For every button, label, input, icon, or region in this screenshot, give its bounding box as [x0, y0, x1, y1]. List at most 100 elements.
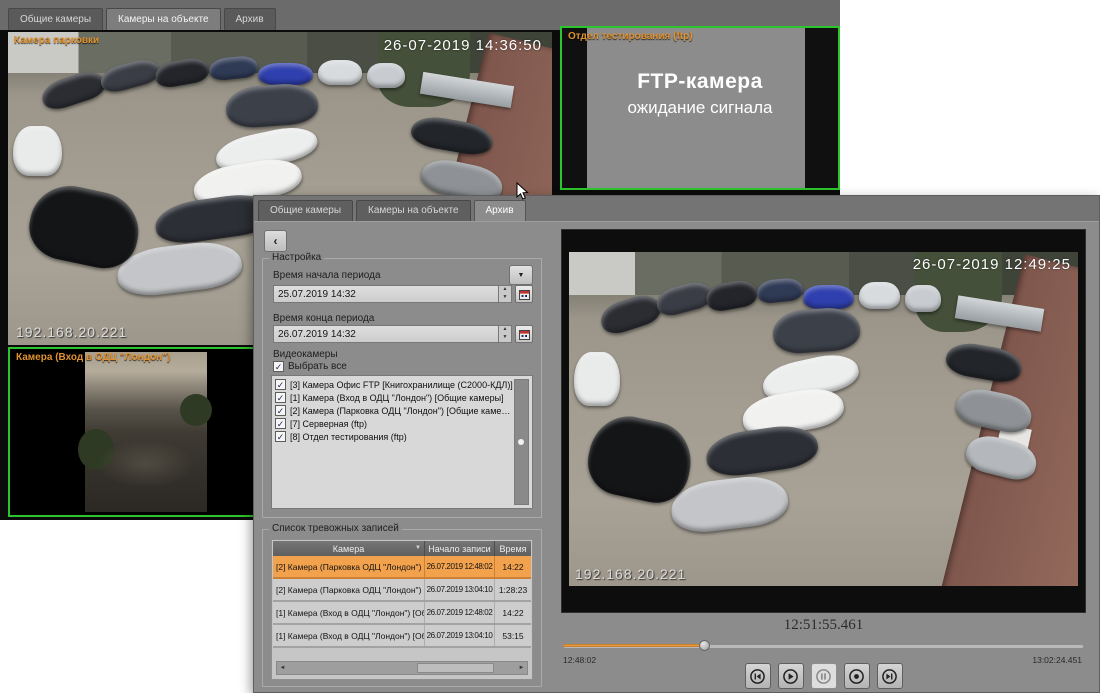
camera-list-item[interactable]: ✓ [2] Камера (Парковка ОДЦ "Лондон") [Об… — [275, 404, 514, 417]
alarm-record-row[interactable]: [2] Камера (Парковка ОДЦ "Лондон") [Об..… — [273, 556, 531, 579]
record-camera-cell: [1] Камера (Вход в ОДЦ "Лондон") [Общие … — [273, 602, 425, 623]
play-button[interactable] — [778, 663, 804, 689]
period-end-spinner[interactable]: ▲ ▼ — [499, 325, 512, 343]
table-horizontal-scrollbar[interactable]: ◄ ► — [276, 661, 528, 675]
playback-timestamp: 26-07-2019 12:49:25 — [913, 256, 1071, 273]
tab[interactable]: Камеры на объекте — [106, 8, 221, 30]
camera-checkbox[interactable]: ✓ — [275, 392, 286, 403]
scroll-right-arrow[interactable]: ► — [516, 662, 527, 674]
select-all-row[interactable]: ✓ Выбрать все — [273, 361, 347, 372]
period-end-row: 26.07.2019 14:32 ▲ ▼ — [273, 325, 533, 343]
camera-checkbox[interactable]: ✓ — [275, 405, 286, 416]
tab[interactable]: Архив — [474, 200, 526, 221]
camera-item-label: [8] Отдел тестирования (ftp) — [290, 432, 407, 442]
spin-down-icon[interactable]: ▼ — [499, 334, 511, 342]
record-duration-cell: 53:15 — [495, 625, 531, 646]
ftp-scene: FTP-камера ожидание сигнала — [562, 28, 838, 188]
camera-list-item[interactable]: ✓ [7] Серверная (ftp) — [275, 417, 514, 430]
no-signal-message: FTP-камера ожидание сигнала — [562, 70, 838, 118]
period-start-spinner[interactable]: ▲ ▼ — [499, 285, 512, 303]
scrollbar-thumb[interactable] — [417, 663, 494, 673]
spin-up-icon[interactable]: ▲ — [499, 286, 511, 294]
tab[interactable]: Архив — [224, 8, 276, 30]
record-start-cell: 26.07.2019 13:04:10 — [425, 579, 495, 600]
camera-list-item[interactable]: ✓ [1] Камера (Вход в ОДЦ "Лондон") [Общи… — [275, 391, 514, 404]
camera-checkbox[interactable]: ✓ — [275, 379, 286, 390]
car-shape — [803, 285, 854, 308]
column-header-camera[interactable]: Камера ▼ — [273, 541, 425, 556]
current-playback-time: 12:51:55.461 — [561, 617, 1086, 634]
mouse-cursor — [516, 182, 529, 201]
car-shape — [13, 126, 62, 176]
car-shape — [258, 63, 312, 85]
period-end-calendar-button[interactable] — [515, 325, 533, 343]
column-header-duration[interactable]: Время — [495, 541, 531, 556]
record-start-cell: 26.07.2019 13:04:10 — [425, 625, 495, 646]
record-duration-cell: 1:28:23 — [495, 579, 531, 600]
camera-checkbox[interactable]: ✓ — [275, 418, 286, 429]
period-start-input[interactable]: 25.07.2019 14:32 — [273, 285, 499, 303]
van-shape — [224, 82, 319, 129]
alarm-record-row[interactable]: [1] Камера (Вход в ОДЦ "Лондон") [Общие … — [273, 602, 531, 625]
tab[interactable]: Общие камеры — [258, 200, 353, 221]
tab[interactable]: Общие камеры — [8, 8, 103, 30]
spin-up-icon[interactable]: ▲ — [499, 326, 511, 334]
record-camera-cell: [2] Камера (Парковка ОДЦ "Лондон") [Об..… — [273, 556, 425, 577]
select-all-checkbox[interactable]: ✓ — [273, 361, 284, 372]
camera-item-label: [3] Камера Офис FTP [Книгохранилище (С20… — [290, 380, 513, 390]
ftp-camera-subtitle: ожидание сигнала — [562, 98, 838, 118]
spin-down-icon[interactable]: ▼ — [499, 294, 511, 302]
back-button[interactable]: ‹ — [264, 230, 287, 252]
table-header: Камера ▼ Начало записи Время — [273, 541, 531, 556]
car-shape — [704, 421, 821, 480]
alarm-record-row[interactable]: [1] Камера (Вход в ОДЦ "Лондон") [Общие … — [273, 625, 531, 648]
camera-item-label: [2] Камера (Парковка ОДЦ "Лондон") [Общи… — [290, 406, 514, 416]
alarm-records-group: Список тревожных записей Камера ▼ Начало… — [262, 529, 542, 687]
period-dropdown-button[interactable]: ▼ — [509, 265, 533, 285]
playback-video-frame: 26-07-2019 12:49:25 192.168.20.221 — [561, 229, 1086, 613]
camera-checkbox[interactable]: ✓ — [275, 431, 286, 442]
column-header-label: Время — [499, 544, 526, 554]
parking-lot-scene — [569, 252, 1078, 586]
period-start-calendar-button[interactable] — [515, 285, 533, 303]
pause-button[interactable] — [811, 663, 837, 689]
record-start-cell: 26.07.2019 12:48:02 — [425, 556, 495, 577]
playback-video — [569, 252, 1078, 586]
car-shape — [859, 282, 900, 309]
select-all-label: Выбрать все — [288, 361, 347, 372]
column-header-start[interactable]: Начало записи — [425, 541, 495, 556]
camera-name-label: Отдел тестирования (ftp) — [568, 31, 693, 42]
plant-shape — [180, 394, 212, 426]
car-shape — [905, 285, 941, 312]
jump-to-start-button[interactable] — [745, 663, 771, 689]
playback-controls — [561, 663, 1086, 689]
videocameras-label: Видеокамеры — [273, 349, 338, 360]
camera-list-scrollbar[interactable] — [514, 379, 529, 505]
camera-view-ftp[interactable]: FTP-камера ожидание сигнала Отдел тестир… — [560, 26, 840, 190]
jump-to-end-icon — [881, 668, 898, 685]
camera-name-label: Камера (Вход в ОДЦ "Лондон") — [16, 352, 170, 363]
ftp-camera-title: FTP-камера — [562, 70, 838, 94]
calendar-icon — [519, 329, 530, 340]
scroll-left-arrow[interactable]: ◄ — [277, 662, 288, 674]
record-duration-cell: 14:22 — [495, 602, 531, 623]
camera-list-item[interactable]: ✓ [3] Камера Офис FTP [Книгохранилище (С… — [275, 378, 514, 391]
floor-shine — [97, 440, 195, 488]
tab[interactable]: Камеры на объекте — [356, 200, 471, 221]
alarm-record-row[interactable]: [2] Камера (Парковка ОДЦ "Лондон") [Об..… — [273, 579, 531, 602]
play-icon — [782, 668, 799, 685]
period-start-row: 25.07.2019 14:32 ▲ ▼ — [273, 285, 533, 303]
car-shape — [318, 60, 362, 85]
period-start-label: Время начала периода — [273, 270, 381, 281]
timeline-slider[interactable] — [563, 640, 1084, 651]
timeline-thumb[interactable] — [699, 640, 710, 651]
camera-timestamp: 26-07-2019 14:36:50 — [384, 37, 542, 54]
jump-to-end-button[interactable] — [877, 663, 903, 689]
camera-list-item[interactable]: ✓ [8] Отдел тестирования (ftp) — [275, 430, 514, 443]
jump-to-start-icon — [749, 668, 766, 685]
stop-button[interactable] — [844, 663, 870, 689]
period-end-input[interactable]: 26.07.2019 14:32 — [273, 325, 499, 343]
camera-checkbox-list[interactable]: ✓ [3] Камера Офис FTP [Книгохранилище (С… — [271, 375, 533, 509]
scrollbar-dot[interactable] — [518, 439, 524, 445]
alarm-records-group-title: Список тревожных записей — [269, 523, 402, 534]
